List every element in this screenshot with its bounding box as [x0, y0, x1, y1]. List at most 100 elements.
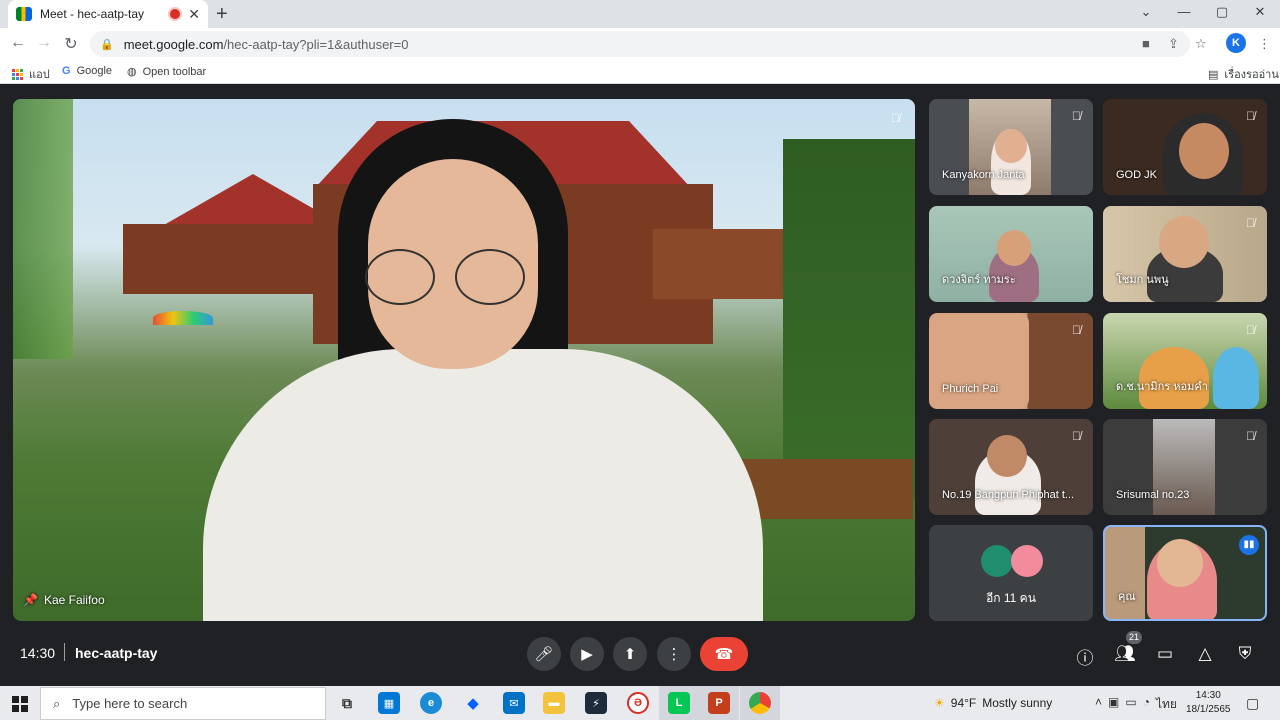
- pin-icon[interactable]: 📌: [23, 593, 38, 607]
- taskbar-clock[interactable]: 14:30 18/1/2565: [1186, 689, 1231, 717]
- more-options-button[interactable]: ⋮: [657, 637, 691, 671]
- participant-name: Kanyakorn Janta: [942, 169, 1025, 181]
- present-screen-icon: ⬆: [623, 646, 637, 663]
- task-view-icon[interactable]: ⧉: [336, 692, 358, 714]
- back-button[interactable]: ←: [8, 34, 28, 52]
- participant-tile[interactable]: 🎙̸ GOD JK: [1103, 99, 1267, 195]
- camera-button[interactable]: ▶: [570, 637, 604, 671]
- system-tray: ˄ ▣ ▭ ◔ ไทย: [1095, 695, 1177, 714]
- share-icon[interactable]: ⇪: [1168, 36, 1179, 52]
- more-vertical-icon: ⋮: [666, 646, 682, 663]
- participants-button[interactable]: 👥︎: [1114, 644, 1136, 664]
- chrome-icon[interactable]: [749, 692, 771, 714]
- participant-tile[interactable]: ดวงจิตร์ ทามระ: [929, 206, 1093, 302]
- avatar: [1011, 545, 1043, 577]
- url-field[interactable]: 🔒 meet.google.com/hec-aatp-tay?pli=1&aut…: [90, 31, 1190, 57]
- main-video-tile[interactable]: 🎙̸ 📌 Kae Faiifoo: [13, 99, 915, 621]
- camera-icon[interactable]: ■: [1142, 36, 1150, 51]
- participant-tile[interactable]: 🎙̸ Srisumal no.23: [1103, 419, 1267, 515]
- mic-icon: 🎤︎: [534, 646, 554, 663]
- bookmark-label: แอป: [29, 69, 50, 81]
- reading-list-label: เรื่องรออ่าน: [1224, 69, 1279, 81]
- edge-icon[interactable]: e: [420, 692, 442, 714]
- participant-name: Srisumal no.23: [1116, 489, 1190, 501]
- microphone-button[interactable]: 🎤︎: [527, 637, 561, 671]
- reload-button[interactable]: ↻: [61, 34, 81, 54]
- language-indicator[interactable]: ไทย: [1156, 695, 1177, 714]
- weather-widget[interactable]: ☀ 94°F Mostly sunny: [934, 696, 1052, 710]
- mail-icon[interactable]: ✉: [503, 692, 525, 714]
- reading-list[interactable]: ▤ เรื่องรออ่าน: [1208, 65, 1279, 83]
- recording-indicator-icon: [170, 9, 181, 19]
- minimize-button[interactable]: —: [1174, 4, 1194, 19]
- main-speaker-name: 📌 Kae Faiifoo: [23, 593, 105, 607]
- participant-tile[interactable]: 🎙̸ ด.ช.นามิกร หอมคำ: [1103, 313, 1267, 409]
- participant-tile[interactable]: 🎙̸ โชมก นพนู: [1103, 206, 1267, 302]
- meeting-time: 14:30: [20, 645, 56, 661]
- mic-off-icon: 🎙̸: [1246, 109, 1255, 123]
- forward-button[interactable]: →: [34, 34, 54, 52]
- participant-name: โชมก นพนู: [1116, 274, 1169, 286]
- self-view-tile[interactable]: ▮▮ คุณ: [1103, 525, 1267, 621]
- tab-search-chevron-icon[interactable]: ⌄: [1136, 4, 1156, 20]
- google-bookmark[interactable]: G Google: [62, 65, 112, 77]
- leave-call-button[interactable]: ☎: [700, 637, 748, 671]
- file-explorer-icon[interactable]: ▬: [543, 692, 565, 714]
- store-icon[interactable]: ▦: [378, 692, 400, 714]
- more-menu-icon[interactable]: ⋮: [1258, 36, 1271, 52]
- present-button[interactable]: ⬆: [613, 637, 647, 671]
- search-icon: ⌕: [53, 695, 61, 711]
- mic-off-icon: 🎙̸: [1246, 323, 1255, 337]
- participant-name: Phurich Pai: [942, 383, 999, 395]
- participant-name: No.19 Bangpun Phiphat t...: [942, 489, 1075, 501]
- participant-tile[interactable]: 🎙̸ No.19 Bangpun Phiphat t...: [929, 419, 1093, 515]
- notification-icon[interactable]: ▢: [1246, 695, 1259, 712]
- search-placeholder: Type here to search: [72, 696, 188, 711]
- glasses-right: [455, 249, 525, 305]
- participant-name: ด.ช.นามิกร หอมคำ: [1116, 381, 1208, 393]
- sun-icon: ☀: [934, 696, 945, 710]
- more-participants-tile[interactable]: อีก 11 คน: [929, 525, 1093, 621]
- close-window-button[interactable]: ✕: [1250, 4, 1270, 20]
- volume-icon[interactable]: ◔: [1143, 695, 1150, 714]
- lock-icon[interactable]: 🔒: [100, 38, 114, 51]
- participant-tile[interactable]: 🎙̸ Kanyakorn Janta: [929, 99, 1093, 195]
- participant-name: ดวงจิตร์ ทามระ: [942, 274, 1016, 286]
- tab-strip: Meet - hec-aatp-tay ✕ + ⌄ — ▢ ✕: [0, 0, 1280, 28]
- app-icon[interactable]: ⚡: [585, 692, 607, 714]
- meet-stage: 🎙̸ 📌 Kae Faiifoo 🎙̸ Kanyakorn Janta 🎙̸ G…: [0, 85, 1280, 686]
- activities-button[interactable]: △: [1194, 644, 1216, 664]
- profile-avatar[interactable]: K: [1226, 33, 1246, 53]
- network-icon[interactable]: ▣: [1108, 695, 1119, 714]
- self-name: คุณ: [1118, 591, 1136, 603]
- taskbar-search[interactable]: ⌕ Type here to search: [40, 687, 326, 720]
- chevron-up-icon[interactable]: ˄: [1095, 695, 1102, 714]
- bookmark-star-icon[interactable]: ☆: [1195, 36, 1207, 52]
- apps-bookmark[interactable]: แอป: [12, 65, 50, 83]
- glasses-left: [365, 249, 435, 305]
- participant-tile[interactable]: 🎙̸ Phurich Pai: [929, 313, 1093, 409]
- meet-favicon-icon: [16, 7, 32, 21]
- speaking-indicator-icon: ▮▮: [1239, 535, 1259, 555]
- open-toolbar-bookmark[interactable]: ◍ Open toolbar: [127, 65, 206, 79]
- meeting-details-button[interactable]: ⓘ: [1074, 644, 1096, 669]
- participant-clothing: [203, 349, 763, 621]
- start-button[interactable]: [12, 696, 28, 712]
- dropbox-icon[interactable]: ◆: [462, 692, 484, 714]
- maximize-button[interactable]: ▢: [1212, 4, 1232, 20]
- chat-button[interactable]: ▭: [1154, 644, 1176, 664]
- host-controls-button[interactable]: ⛨: [1234, 644, 1256, 664]
- apps-grid-icon: [12, 68, 23, 80]
- meeting-controls: 14:30 hec-aatp-tay 🎤︎ ▶ ⬆ ⋮ ☎ ⓘ 👥︎ 21 ▭ …: [0, 621, 1280, 686]
- app-icon[interactable]: Ə: [627, 692, 649, 714]
- battery-icon[interactable]: ▭: [1125, 695, 1136, 714]
- url-path: /hec-aatp-tay?pli=1&authuser=0: [223, 36, 409, 52]
- avatar: [981, 545, 1013, 577]
- close-tab-icon[interactable]: ✕: [188, 6, 200, 23]
- line-icon[interactable]: L: [668, 692, 690, 714]
- browser-tab[interactable]: Meet - hec-aatp-tay ✕: [8, 0, 208, 28]
- powerpoint-icon[interactable]: P: [708, 692, 730, 714]
- mic-off-icon: 🎙̸: [1246, 216, 1255, 230]
- video-camera-icon: ▶: [581, 646, 593, 663]
- new-tab-button[interactable]: +: [216, 3, 228, 26]
